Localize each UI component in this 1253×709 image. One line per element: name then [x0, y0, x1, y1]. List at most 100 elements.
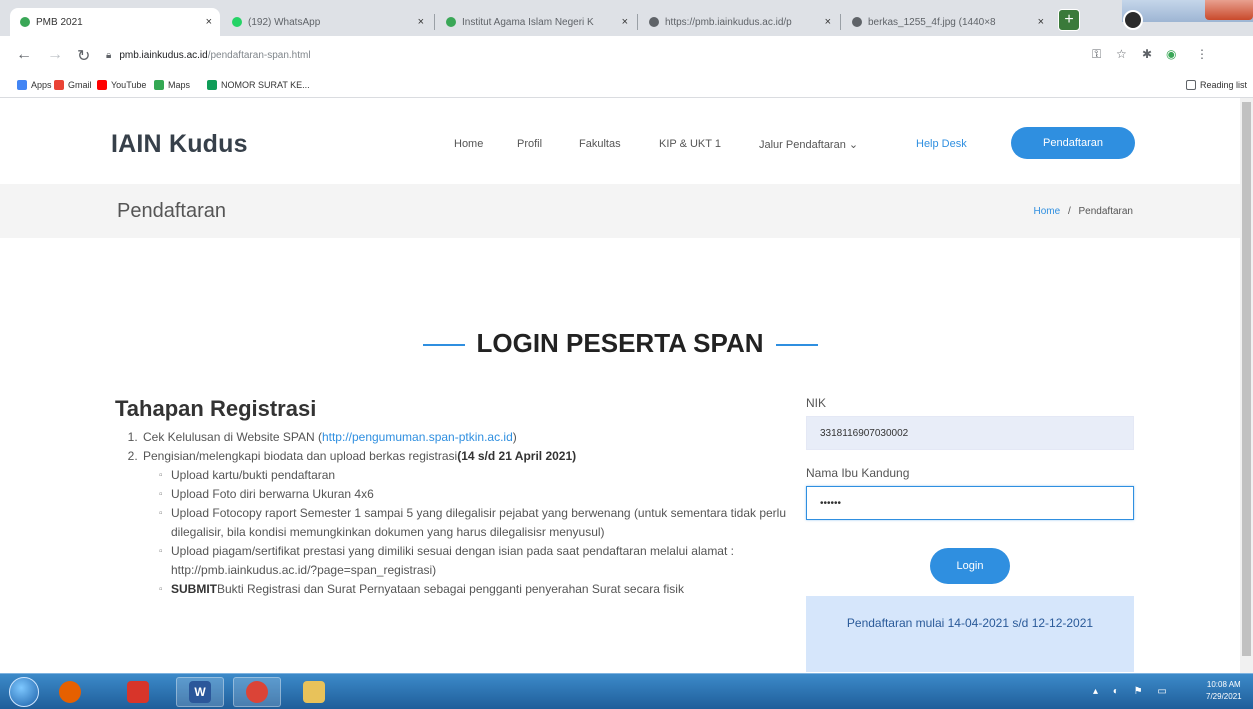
bookmark-nomor-surat[interactable]: NOMOR SURAT KE... [207, 80, 310, 90]
window-close-button[interactable] [1205, 0, 1253, 20]
bookmark-label: YouTube [111, 80, 147, 90]
login-form: NIK 3318116907030002 Nama Ibu Kandung ••… [806, 396, 1134, 672]
step-date-range: (14 s/d 21 April 2021) [457, 449, 577, 463]
maps-pin-icon [154, 80, 164, 90]
tab-title: PMB 2021 [36, 16, 83, 28]
nav-fakultas[interactable]: Fakultas [579, 138, 621, 150]
bookmark-label: Maps [168, 80, 191, 90]
tab-pmb-2021[interactable]: PMB 2021 × [10, 8, 220, 36]
taskbar-word[interactable]: W [176, 677, 224, 707]
tab-title: (192) WhatsApp [248, 16, 321, 28]
reading-list-label: Reading list [1200, 80, 1248, 90]
reading-list[interactable]: Reading list [1186, 80, 1247, 90]
browser-toolbar: ← → ↻ 🔒︎ pmb.iainkudus.ac.id /pendaftara… [0, 36, 1253, 76]
bookmark-gmail[interactable]: Gmail [54, 80, 92, 90]
page-title: Pendaftaran [117, 200, 226, 222]
nav-help-desk[interactable]: Help Desk [916, 138, 967, 150]
step-item: Cek Kelulusan di Website SPAN (http://pe… [141, 428, 795, 447]
clock-time: 10:08 AM [1206, 680, 1241, 689]
tab-institut[interactable]: Institut Agama Islam Negeri K × [436, 8, 636, 36]
reload-icon[interactable]: ↻ [77, 46, 90, 66]
nav-home[interactable]: Home [454, 138, 483, 150]
close-icon[interactable]: × [825, 16, 831, 28]
close-icon[interactable]: × [1038, 16, 1044, 28]
system-tray[interactable]: ▴ ◐ ⚑ ▭ [1093, 686, 1173, 697]
sub-step-item: Upload piagam/sertifikat prestasi yang d… [159, 542, 795, 580]
close-icon[interactable]: × [418, 16, 424, 28]
mother-name-label: Nama Ibu Kandung [806, 466, 910, 480]
bookmark-label: NOMOR SURAT KE... [221, 80, 310, 90]
taskbar-explorer[interactable] [290, 677, 338, 707]
submit-keyword: SUBMIT [171, 582, 217, 596]
back-arrow-icon[interactable]: ← [16, 46, 32, 64]
new-tab-button[interactable]: + [1058, 9, 1080, 31]
sub-step-item: SUBMITBukti Registrasi dan Surat Pernyat… [159, 580, 795, 599]
tab-pmb-url[interactable]: https://pmb.iainkudus.ac.id/p × [639, 8, 839, 36]
bookmarks-bar: Apps Gmail YouTube Maps NOMOR SURAT KE..… [0, 76, 1253, 98]
tab-separator [840, 14, 841, 30]
taskbar-chrome[interactable] [233, 677, 281, 707]
url-path: /pendaftaran-span.html [207, 49, 311, 61]
close-icon[interactable]: × [622, 16, 628, 28]
breadcrumb: Home / Pendaftaran [1033, 206, 1133, 217]
page-viewport: IAIN Kudus Home Profil Fakultas KIP & UK… [0, 98, 1240, 673]
step-text-end: ) [512, 430, 517, 444]
nik-input[interactable]: 3318116907030002 [806, 416, 1134, 450]
reading-list-icon [1186, 80, 1196, 90]
nav-profil[interactable]: Profil [517, 138, 542, 150]
nav-kip-ukt[interactable]: KIP & UKT 1 [659, 138, 721, 150]
bookmark-maps[interactable]: Maps [154, 80, 190, 90]
section-title-text: LOGIN PESERTA SPAN [476, 328, 764, 358]
extension-globe-icon[interactable]: ◉ [1166, 47, 1176, 61]
section-title: LOGIN PESERTA SPAN [0, 328, 1240, 359]
app-red-icon [127, 681, 149, 703]
lock-icon: 🔒︎ [106, 49, 112, 61]
pendaftaran-button[interactable]: Pendaftaran [1011, 127, 1135, 159]
mother-name-input[interactable]: •••••• [806, 486, 1134, 520]
span-result-link[interactable]: http://pengumuman.span-ptkin.ac.id [322, 430, 513, 444]
close-icon[interactable]: × [206, 16, 212, 28]
bookmark-label: Apps [31, 80, 52, 90]
registration-period-notice: Pendaftaran mulai 14-04-2021 s/d 12-12-2… [806, 596, 1134, 672]
clock-date: 7/29/2021 [1206, 692, 1242, 701]
step-text: Cek Kelulusan di Website SPAN ( [143, 430, 322, 444]
key-icon[interactable]: ⚿ [1092, 47, 1101, 62]
breadcrumb-home-link[interactable]: Home [1033, 206, 1060, 217]
tab-whatsapp[interactable]: (192) WhatsApp × [222, 8, 432, 36]
youtube-icon [97, 80, 107, 90]
login-button[interactable]: Login [930, 548, 1010, 584]
nav-jalur-pendaftaran[interactable]: Jalur Pendaftaran ⌄ [759, 138, 858, 151]
word-icon: W [189, 681, 211, 703]
start-button[interactable] [9, 677, 39, 707]
tab-title: berkas_1255_4f.jpg (1440×8 [868, 16, 996, 28]
folder-icon [303, 681, 325, 703]
extensions-icon[interactable]: ✱ [1142, 47, 1152, 61]
steps-list: Cek Kelulusan di Website SPAN (http://pe… [115, 428, 795, 599]
registration-steps: Tahapan Registrasi Cek Kelulusan di Webs… [115, 396, 795, 599]
profile-avatar[interactable] [1123, 10, 1143, 30]
page-scrollbar[interactable] [1240, 98, 1253, 673]
globe-icon [446, 17, 456, 27]
bookmark-apps[interactable]: Apps [17, 80, 52, 90]
bookmark-youtube[interactable]: YouTube [97, 80, 146, 90]
scrollbar-thumb[interactable] [1242, 102, 1251, 656]
address-bar[interactable]: 🔒︎ pmb.iainkudus.ac.id /pendaftaran-span… [106, 42, 1146, 68]
url-host: pmb.iainkudus.ac.id [119, 49, 208, 61]
tab-berkas-jpg[interactable]: berkas_1255_4f.jpg (1440×8 × [842, 8, 1052, 36]
sub-step-item: Upload Fotocopy raport Semester 1 sampai… [159, 504, 795, 542]
menu-kebab-icon[interactable]: ⋮ [1196, 47, 1208, 61]
taskbar-firefox[interactable] [46, 677, 94, 707]
browser-tab-bar: PMB 2021 × (192) WhatsApp × Institut Aga… [0, 0, 1253, 36]
gmail-icon [54, 80, 64, 90]
star-icon[interactable]: ☆ [1116, 47, 1127, 61]
forward-arrow-icon[interactable]: → [47, 46, 63, 64]
breadcrumb-separator: / [1067, 206, 1071, 217]
globe-icon [20, 17, 30, 27]
firefox-icon [59, 681, 81, 703]
step-text: Pengisian/melengkapi biodata dan upload … [143, 449, 458, 463]
taskbar-clock[interactable]: 10:08 AM 7/29/2021 [1206, 679, 1242, 703]
nik-label: NIK [806, 396, 827, 410]
site-logo[interactable]: IAIN Kudus [111, 130, 248, 159]
taskbar-app-red[interactable] [114, 677, 162, 707]
sub-step-item: Upload Foto diri berwarna Ukuran 4x6 [159, 485, 795, 504]
